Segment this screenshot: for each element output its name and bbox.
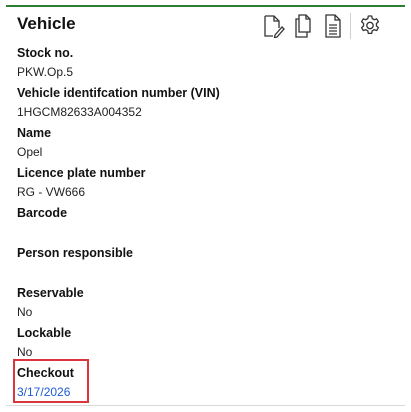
- field-value: 1HGCM82633A004352: [17, 105, 142, 119]
- field-barcode: Barcode: [17, 205, 395, 245]
- field-label: Lockable: [17, 326, 72, 340]
- field-value: Opel: [17, 145, 43, 159]
- field-label: Person responsible: [17, 246, 134, 260]
- field-value: No: [17, 345, 33, 359]
- field-value: PKW.Op.5: [17, 65, 74, 79]
- copy-document-icon: [295, 14, 311, 38]
- field-licence-plate: Licence plate number RG - VW666: [17, 165, 395, 205]
- field-label: Checkout: [17, 366, 74, 380]
- panel-title: Vehicle: [17, 14, 76, 33]
- panel-toolbar: [258, 11, 385, 41]
- toolbar-separator: [350, 13, 351, 39]
- edit-document-icon: [264, 15, 285, 38]
- field-vin: Vehicle identifcation number (VIN) 1HGCM…: [17, 85, 395, 125]
- panel-header: Vehicle: [6, 7, 405, 43]
- field-person-responsible: Person responsible: [17, 245, 395, 285]
- field-lockable: Lockable No: [17, 325, 395, 365]
- field-label: Name: [17, 126, 52, 140]
- field-label: Licence plate number: [17, 166, 146, 180]
- settings-button[interactable]: [355, 11, 385, 41]
- field-name: Name Opel: [17, 125, 395, 165]
- field-value: RG - VW666: [17, 185, 86, 199]
- field-value: No: [17, 305, 33, 319]
- edit-button[interactable]: [258, 11, 288, 41]
- gear-icon: [360, 15, 380, 35]
- field-list: Stock no. PKW.Op.5 Vehicle identifcation…: [13, 45, 395, 405]
- details-button[interactable]: [318, 11, 348, 41]
- field-label: Vehicle identifcation number (VIN): [17, 86, 220, 100]
- field-checkout: Checkout 3/17/2026: [13, 359, 395, 405]
- document-lines-icon: [325, 14, 341, 38]
- vehicle-panel: Vehicle Stock no. PKW.Op.5 Vehicle ident…: [6, 5, 405, 406]
- copy-button[interactable]: [288, 11, 318, 41]
- field-label: Stock no.: [17, 46, 74, 60]
- field-stock-no: Stock no. PKW.Op.5: [17, 45, 395, 85]
- field-label: Barcode: [17, 206, 68, 220]
- checkout-date-link[interactable]: 3/17/2026: [17, 385, 70, 400]
- field-label: Reservable: [17, 286, 84, 300]
- field-reservable: Reservable No: [17, 285, 395, 325]
